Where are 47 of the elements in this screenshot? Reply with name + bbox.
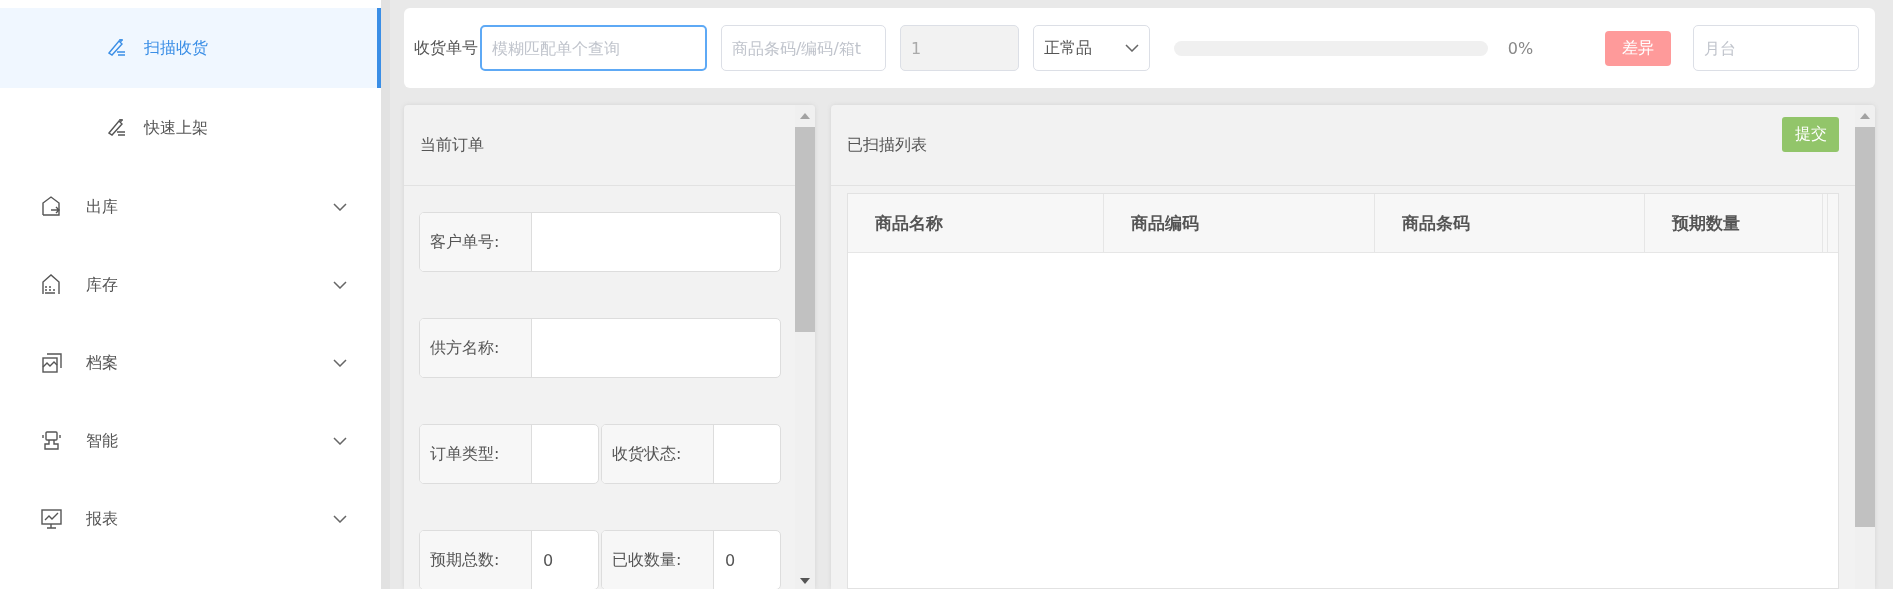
- scroll-up-icon[interactable]: [800, 113, 810, 119]
- progress-reading: 0%: [1507, 38, 1535, 58]
- scroll-up-icon[interactable]: [1860, 113, 1870, 119]
- chevron-down-icon: [333, 203, 347, 211]
- menu-icon: [40, 429, 64, 453]
- sidebar-item[interactable]: 报表: [0, 480, 381, 558]
- column-header: 商品条码: [1375, 194, 1645, 252]
- sidebar-label: 出库: [86, 196, 119, 218]
- input-field[interactable]: 模糊匹配单个查询: [480, 25, 707, 71]
- field-label: 客户单号:: [420, 213, 532, 271]
- field-label: 预期总数:: [420, 531, 532, 589]
- sidebar-label: 库存: [86, 274, 119, 296]
- chevron-down-icon: [333, 281, 347, 289]
- scrollbar[interactable]: [1855, 105, 1875, 589]
- column-header: 商品名称: [848, 194, 1104, 252]
- chevron-down-icon: [333, 359, 347, 367]
- field-label: 供方名称:: [420, 319, 532, 377]
- panel-title: 当前订单: [420, 134, 484, 156]
- scrollbar-thumb[interactable]: [1855, 127, 1875, 527]
- sidebar-label: 档案: [86, 352, 119, 374]
- sidebar-label: 快速上架: [144, 117, 209, 139]
- menu-icon: [40, 507, 64, 531]
- field-label: 收货状态:: [602, 425, 714, 483]
- scroll-down-icon[interactable]: [800, 578, 810, 584]
- sidebar-item[interactable]: 库存: [0, 246, 381, 324]
- select-field[interactable]: 正常品: [1033, 25, 1151, 71]
- sidebar-label: 扫描收货: [144, 37, 209, 59]
- chevron-down-icon: [1125, 44, 1140, 52]
- panel-title: 已扫描列表: [847, 134, 927, 156]
- chevron-down-icon: [333, 515, 347, 523]
- field-value: 0: [724, 549, 737, 572]
- field-value: 0: [542, 549, 555, 572]
- field-label: 订单类型:: [420, 425, 532, 483]
- column-header: 商品编码: [1104, 194, 1375, 252]
- scrollbar[interactable]: [795, 105, 815, 589]
- sidebar-item[interactable]: 档案: [0, 324, 381, 402]
- column-header: 预期数量: [1645, 194, 1823, 252]
- sidebar-item[interactable]: 快速上架: [0, 88, 381, 168]
- field-label: 已收数量:: [602, 531, 714, 589]
- sidebar-label: 报表: [86, 508, 119, 530]
- sidebar-item[interactable]: 出库: [0, 168, 381, 246]
- scrollbar-thumb[interactable]: [795, 127, 815, 332]
- chevron-down-icon: [333, 437, 347, 445]
- menu-icon: [40, 351, 64, 375]
- sidebar-item[interactable]: 智能: [0, 402, 381, 480]
- field-label: 收货单号: [414, 37, 478, 59]
- sidebar-label: 智能: [86, 430, 119, 452]
